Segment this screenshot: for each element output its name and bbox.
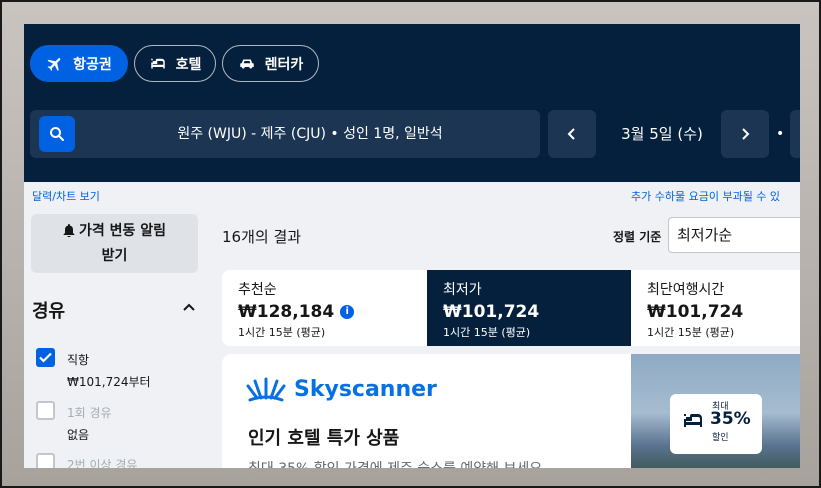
promo-title: 인기 호텔 특가 상품 <box>248 428 400 449</box>
chevron-up-icon[interactable] <box>182 302 196 312</box>
sort-tab-price: ₩101,724 <box>647 302 744 322</box>
search-summary-bar[interactable]: 원주 (WJU) - 제주 (CJU) • 성인 1명, 일반석 <box>30 110 540 158</box>
sort-tab-duration: 1시간 15분 (평균) <box>238 326 326 339</box>
header: 항공권 호텔 렌터카 원주 (WJU) - 제주 (CJU) • 성인 1명, … <box>24 24 800 182</box>
badge-percent: 35% <box>710 409 751 429</box>
two-plus-stops-label: 2번 이상 경유 <box>67 458 138 468</box>
tab-flights-label: 항공권 <box>73 56 112 73</box>
two-plus-stops-checkbox[interactable] <box>36 453 55 468</box>
truncated-control[interactable] <box>790 110 800 158</box>
hotel-promo-card[interactable]: Skyscanner 인기 호텔 특가 상품 최대 35% 할인 가격에 제주 … <box>222 354 800 468</box>
brand-name: Skyscanner <box>294 376 437 402</box>
sort-tab-title: 추천순 <box>238 282 277 298</box>
check-icon <box>39 352 52 363</box>
skyscanner-logo: Skyscanner <box>246 376 437 402</box>
sort-tab-duration: 1시간 15분 (평균) <box>647 326 735 339</box>
sort-tab-title: 최단여행시간 <box>647 282 725 298</box>
bed-icon <box>684 414 702 427</box>
badge-bottom: 할인 <box>712 433 729 443</box>
promo-image: 최대 35% 할인 <box>631 354 800 468</box>
bed-icon <box>150 58 165 68</box>
sort-tab-duration: 1시간 15분 (평균) <box>443 326 531 339</box>
info-icon[interactable]: i <box>340 305 355 319</box>
sort-tab-price: ₩101,724 <box>443 302 540 322</box>
tab-hotels-label: 호텔 <box>175 56 202 73</box>
tab-cars-label: 렌터카 <box>264 56 304 73</box>
search-summary-text: 원주 (WJU) - 제주 (CJU) • 성인 1명, 일반석 <box>177 126 443 142</box>
discount-badge: 최대 35% 할인 <box>670 394 762 454</box>
bell-icon <box>63 222 75 245</box>
result-count: 16개의 결과 <box>222 228 302 246</box>
chevron-right-icon <box>742 128 750 140</box>
search-button[interactable] <box>39 116 75 152</box>
search-icon <box>50 127 64 141</box>
skyscanner-sun-icon <box>246 377 286 402</box>
promo-description: 최대 35% 할인 가격에 제주 숙소를 예약해 보세요 <box>248 458 542 468</box>
car-icon <box>239 59 254 68</box>
chevron-left-icon <box>567 128 575 140</box>
price-alert-label-1: 가격 변동 알림 <box>78 223 167 239</box>
direct-checkbox[interactable] <box>36 348 55 367</box>
sort-tab-price: ₩128,184 <box>238 302 335 322</box>
one-stop-price: 없음 <box>67 428 90 442</box>
sort-tab-title: 최저가 <box>443 282 482 298</box>
tab-hotels[interactable]: 호텔 <box>134 45 216 82</box>
one-stop-label: 1회 경유 <box>67 406 112 420</box>
direct-price: ₩101,724부터 <box>67 375 151 389</box>
sort-label: 정렬 기준 <box>613 230 662 244</box>
price-alert-label-2: 받기 <box>101 248 128 264</box>
tab-cars[interactable]: 렌터카 <box>222 45 319 82</box>
selected-date[interactable]: 3월 5일 (수) <box>607 110 717 158</box>
sort-tab-fastest[interactable]: 최단여행시간 ₩101,724 1시간 15분 (평균) <box>631 270 800 346</box>
baggage-fee-link[interactable]: 추가 수하물 요금이 부과될 수 있 <box>631 188 780 204</box>
sort-tab-recommended[interactable]: 추천순 ₩128,184 i 1시간 15분 (평균) <box>222 270 427 346</box>
app: 항공권 호텔 렌터카 원주 (WJU) - 제주 (CJU) • 성인 1명, … <box>24 24 800 468</box>
prev-date-button[interactable] <box>548 110 596 158</box>
price-alert-button[interactable]: 가격 변동 알림 받기 <box>31 214 198 273</box>
direct-label: 직항 <box>67 353 90 367</box>
airplane-icon <box>47 57 61 71</box>
tab-flights[interactable]: 항공권 <box>30 45 128 82</box>
sort-select[interactable]: 최저가순 <box>668 217 800 253</box>
one-stop-checkbox[interactable] <box>36 401 55 420</box>
separator-dot: • <box>776 126 785 142</box>
window-frame: 항공권 호텔 렌터카 원주 (WJU) - 제주 (CJU) • 성인 1명, … <box>0 0 821 488</box>
next-date-button[interactable] <box>721 110 769 158</box>
calendar-chart-link[interactable]: 달력/차트 보기 <box>32 188 100 204</box>
sort-tab-cheapest[interactable]: 최저가 ₩101,724 1시간 15분 (평균) <box>427 270 631 346</box>
stops-filter-title: 경유 <box>32 301 66 322</box>
